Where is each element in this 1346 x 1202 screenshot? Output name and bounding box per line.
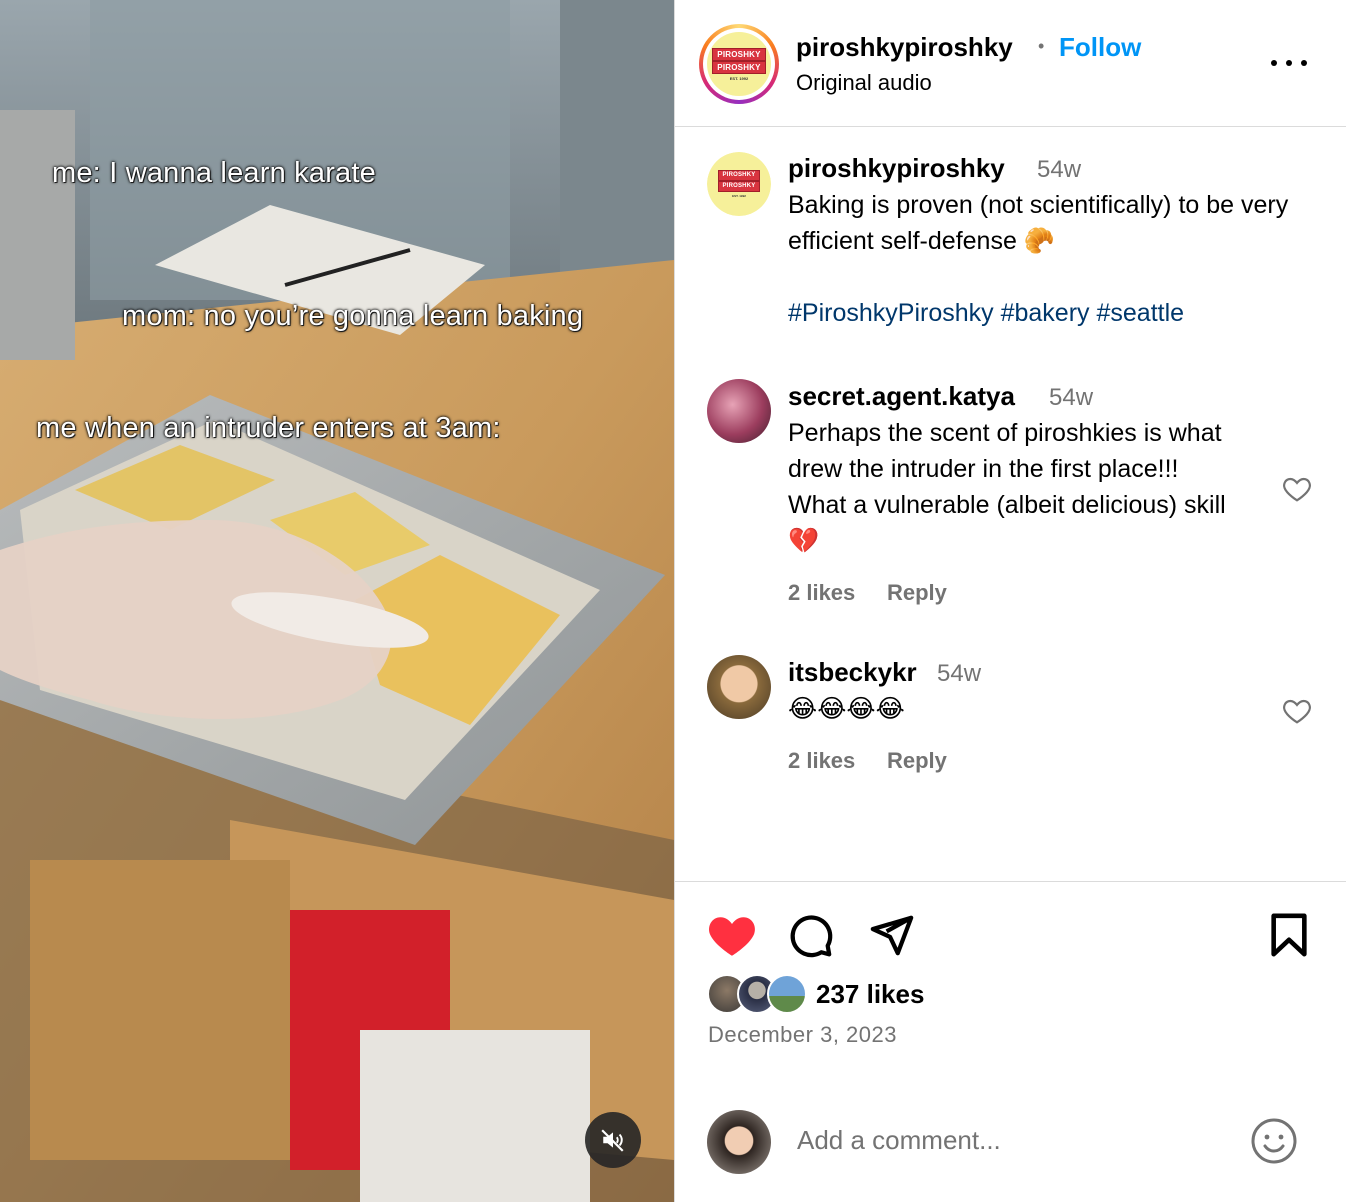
mute-toggle-button[interactable]	[585, 1112, 641, 1168]
current-user-avatar[interactable]	[707, 1110, 771, 1174]
caption-timestamp[interactable]: 54w	[1037, 156, 1081, 184]
comment-reply-button[interactable]: Reply	[887, 748, 947, 774]
post-date[interactable]: December 3, 2023	[708, 1022, 897, 1048]
emoji-picker-icon[interactable]	[1250, 1117, 1298, 1165]
hashtag-link[interactable]: #seattle	[1097, 299, 1185, 327]
comment-timestamp[interactable]: 54w	[937, 660, 981, 688]
post-header: PIROSHKY PIROSHKY EST. 1992 piroshkypiro…	[675, 0, 1346, 127]
commenter-avatar[interactable]	[707, 655, 771, 719]
logo-text-bottom: PIROSHKY	[712, 60, 766, 74]
overlay-caption-line-1: me: I wanna learn karate	[52, 157, 376, 189]
speaker-muted-icon	[601, 1129, 624, 1152]
overlay-caption-line-2: mom: no you’re gonna learn baking	[122, 300, 584, 332]
hashtag-link[interactable]: #PiroshkyPiroshky	[788, 299, 994, 327]
add-comment-input[interactable]	[797, 1120, 1237, 1160]
liker-avatar	[767, 974, 807, 1014]
comment-reply-button[interactable]: Reply	[887, 580, 947, 606]
save-bookmark-icon[interactable]	[1269, 912, 1309, 958]
piroshky-logo: PIROSHKY PIROSHKY EST. 1992	[707, 32, 771, 96]
comments-list[interactable]: PIROSHKY PIROSHKY EST. 1992 piroshkypiro…	[675, 128, 1346, 880]
author-avatar-story-ring[interactable]: PIROSHKY PIROSHKY EST. 1992	[699, 24, 779, 104]
comment-username[interactable]: secret.agent.katya	[788, 381, 1015, 412]
comment-bubble-icon[interactable]	[788, 912, 834, 958]
logo-est-text: EST. 1992	[732, 194, 746, 198]
original-audio-link[interactable]: Original audio	[796, 70, 932, 96]
caption-author-avatar[interactable]: PIROSHKY PIROSHKY EST. 1992	[707, 152, 771, 216]
comment-like-heart-icon[interactable]	[1281, 473, 1313, 505]
overlay-caption-line-3: me when an intruder enters at 3am:	[36, 412, 501, 444]
follow-button[interactable]: Follow	[1059, 32, 1141, 63]
comment-likes-count[interactable]: 2 likes	[788, 748, 855, 774]
like-heart-filled-icon[interactable]	[707, 912, 757, 958]
comment-username[interactable]: itsbeckykr	[788, 657, 917, 688]
header-separator: •	[1038, 36, 1045, 56]
comment-text: Perhaps the scent of piroshkies is what …	[788, 419, 1226, 555]
comment-like-heart-icon[interactable]	[1281, 695, 1313, 727]
comment-likes-count[interactable]: 2 likes	[788, 580, 855, 606]
hashtag-link[interactable]: #bakery	[1001, 299, 1090, 327]
logo-text-top: PIROSHKY	[712, 47, 766, 61]
comment-timestamp[interactable]: 54w	[1049, 384, 1093, 412]
caption-hashtags: #PiroshkyPiroshky #bakery #seattle	[788, 295, 1328, 331]
author-username[interactable]: piroshkypiroshky	[796, 32, 1013, 63]
caption-text: Baking is proven (not scientifically) to…	[788, 191, 1289, 255]
share-send-icon[interactable]	[869, 912, 915, 958]
logo-text-bottom: PIROSHKY	[717, 181, 761, 192]
post-media-video[interactable]: me: I wanna learn karate mom: no you’re …	[0, 0, 674, 1202]
logo-est-text: EST. 1992	[729, 75, 749, 81]
post-likes-count[interactable]: 237 likes	[816, 979, 924, 1010]
commenter-avatar[interactable]	[707, 379, 771, 443]
comment-text: 😂😂😂😂	[788, 695, 905, 723]
post-side-panel: PIROSHKY PIROSHKY EST. 1992 piroshkypiro…	[674, 0, 1346, 1202]
caption-username[interactable]: piroshkypiroshky	[788, 153, 1005, 184]
more-options-icon[interactable]	[1271, 48, 1307, 78]
post-actions-section: 237 likes December 3, 2023	[675, 881, 1346, 1202]
logo-text-top: PIROSHKY	[717, 170, 761, 181]
add-comment-bar	[675, 1110, 1346, 1202]
